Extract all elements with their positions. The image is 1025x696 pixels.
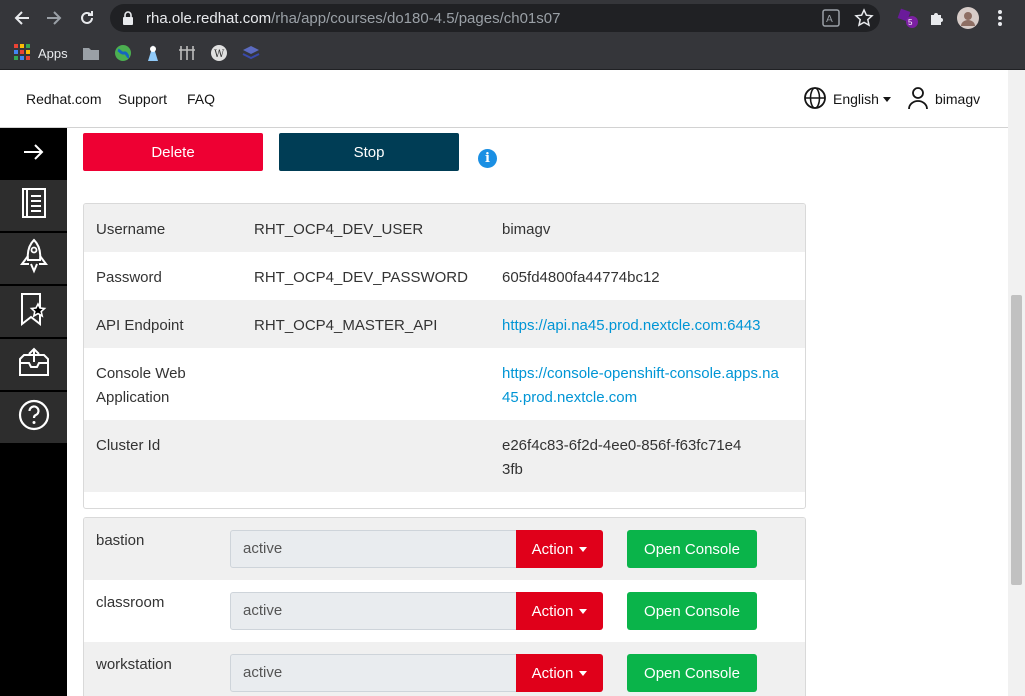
url-path: /rha/app/courses/do180-4.5/pages/ch01s07 <box>271 9 561 27</box>
language-label: English <box>833 91 879 107</box>
sidebar-item-launch[interactable] <box>0 233 67 285</box>
username: bimagv <box>935 91 981 107</box>
chevron-down-icon <box>579 608 588 614</box>
vm-state-field: active <box>230 592 517 630</box>
extension-badge-count: 5 <box>908 18 913 27</box>
console-web-link[interactable]: https://console-openshift-console.apps.n… <box>502 362 782 410</box>
svg-text:A: A <box>826 14 833 25</box>
info-icon[interactable]: i <box>478 149 497 168</box>
sidebar-item-submit[interactable] <box>0 339 67 391</box>
sidebar-expand-button[interactable] <box>0 128 67 180</box>
translate-icon[interactable]: A <box>822 9 840 32</box>
apps-grid-icon <box>14 43 30 63</box>
sidebar-item-bookmarks[interactable] <box>0 286 67 338</box>
credential-value: 605fd4800fa44774bc12 <box>502 269 660 286</box>
help-icon <box>18 399 50 436</box>
inbox-upload-icon <box>18 347 50 382</box>
credentials-table: Username RHT_OCP4_DEV_USER bimagv Passwo… <box>83 203 806 509</box>
table-row: Password RHT_OCP4_DEV_PASSWORD 605fd4800… <box>84 252 805 300</box>
credential-label: Password <box>96 269 162 286</box>
nav-link-support[interactable]: Support <box>118 91 167 107</box>
table-row: bastion active Action Open Console <box>84 518 805 580</box>
arrow-right-icon <box>23 143 45 166</box>
web-page: Redhat.com Support FAQ English bimagv De… <box>0 70 1008 696</box>
table-row: classroom active Action Open Console <box>84 580 805 642</box>
book-icon <box>21 187 47 224</box>
folder-icon[interactable] <box>83 43 99 63</box>
language-dropdown[interactable]: English <box>803 86 891 113</box>
url-host: rha.ole.redhat.com <box>146 9 272 27</box>
open-console-button[interactable]: Open Console <box>627 530 757 568</box>
star-icon[interactable] <box>854 8 874 33</box>
credential-label: Console Web Application <box>96 365 186 406</box>
credential-variable: RHT_OCP4_MASTER_API <box>254 317 438 334</box>
bookmark-star-icon <box>20 292 48 331</box>
table-row: Cluster Id e26f4c83-6f2d-4ee0-856f-f63fc… <box>84 420 805 492</box>
delete-button[interactable]: Delete <box>83 133 263 171</box>
action-dropdown-button[interactable]: Action <box>516 530 603 568</box>
table-row: workstation active Action Open Console <box>84 642 805 696</box>
user-menu[interactable]: bimagv <box>907 86 981 113</box>
action-label: Action <box>531 602 574 620</box>
credential-variable: RHT_OCP4_DEV_PASSWORD <box>254 269 468 286</box>
vm-table: bastion active Action Open Console class… <box>83 517 806 696</box>
chevron-down-icon <box>579 670 588 676</box>
browser-toolbar: rha.ole.redhat.com/rha/app/courses/do180… <box>0 0 1025 36</box>
bookmark-icon[interactable] <box>178 43 196 63</box>
nav-link-faq[interactable]: FAQ <box>187 91 215 107</box>
extension-badge-icon[interactable]: 5 <box>896 6 920 30</box>
scrollbar-thumb[interactable] <box>1011 295 1022 585</box>
puzzle-icon[interactable] <box>925 6 949 30</box>
bookmarks-bar: Apps W <box>0 36 1025 70</box>
vm-state-field: active <box>230 530 517 568</box>
chevron-down-icon <box>579 546 588 552</box>
open-console-button[interactable]: Open Console <box>627 654 757 692</box>
action-label: Action <box>531 540 574 558</box>
credential-value: bimagv <box>502 221 551 238</box>
user-icon <box>907 86 929 113</box>
table-row: Console Web Application https://console-… <box>84 348 805 420</box>
sidebar-item-help[interactable] <box>0 392 67 444</box>
table-row: Username RHT_OCP4_DEV_USER bimagv <box>84 204 805 252</box>
address-bar[interactable]: rha.ole.redhat.com/rha/app/courses/do180… <box>110 4 880 32</box>
globe-icon <box>803 86 827 113</box>
credential-value: e26f4c83-6f2d-4ee0-856f-f63fc71e43fb <box>502 437 742 478</box>
credential-variable: RHT_OCP4_DEV_USER <box>254 221 424 238</box>
rocket-icon <box>19 238 49 279</box>
vm-name: workstation <box>96 656 172 673</box>
lock-icon <box>120 10 136 26</box>
nav-link-redhat[interactable]: Redhat.com <box>26 91 101 107</box>
api-endpoint-link[interactable]: https://api.na45.prod.nextcle.com:6443 <box>502 314 797 338</box>
table-row: API Endpoint RHT_OCP4_MASTER_API https:/… <box>84 300 805 348</box>
bookmark-apps[interactable]: Apps <box>14 43 68 63</box>
forward-icon[interactable] <box>42 6 66 30</box>
back-icon[interactable] <box>10 6 34 30</box>
svg-text:W: W <box>214 49 225 60</box>
credential-label: API Endpoint <box>96 317 184 334</box>
main-content: Delete Stop i Username RHT_OCP4_DEV_USER… <box>67 128 1008 696</box>
open-console-button[interactable]: Open Console <box>627 592 757 630</box>
vm-name: classroom <box>96 594 165 611</box>
menu-kebab-icon[interactable] <box>988 6 1012 30</box>
sidebar <box>0 128 67 696</box>
layers-icon[interactable] <box>242 43 260 63</box>
bookmark-apps-label: Apps <box>38 45 68 61</box>
chevron-down-icon <box>882 96 891 102</box>
reload-icon[interactable] <box>75 6 99 30</box>
action-dropdown-button[interactable]: Action <box>516 592 603 630</box>
wikipedia-icon[interactable]: W <box>210 43 228 63</box>
page-scrollbar[interactable] <box>1008 70 1025 696</box>
vm-name: bastion <box>96 532 145 549</box>
sidebar-item-book[interactable] <box>0 180 67 232</box>
profile-avatar[interactable] <box>956 6 980 30</box>
credential-label: Cluster Id <box>96 437 161 454</box>
action-dropdown-button[interactable]: Action <box>516 654 603 692</box>
vm-state-field: active <box>230 654 517 692</box>
site-header: Redhat.com Support FAQ English bimagv <box>0 70 1008 128</box>
bookmark-icon[interactable] <box>145 43 161 63</box>
action-label: Action <box>531 664 574 682</box>
globe-icon[interactable] <box>114 43 132 63</box>
credential-label: Username <box>96 221 166 238</box>
stop-button[interactable]: Stop <box>279 133 459 171</box>
